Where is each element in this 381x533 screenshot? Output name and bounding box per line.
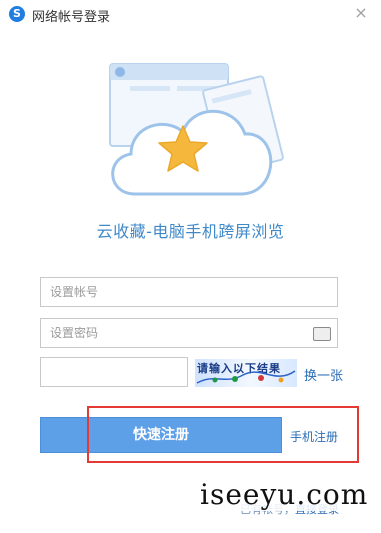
captcha-input[interactable]	[41, 358, 187, 386]
captcha-image[interactable]: 请输入以下结果	[195, 359, 297, 387]
highlight-box	[87, 406, 359, 463]
app-logo-glyph: S	[13, 7, 21, 20]
password-input[interactable]	[41, 319, 319, 347]
watermark-text: iseeyu.com	[198, 478, 371, 511]
cloud-star-illustration	[109, 63, 284, 196]
cloud-star-icon	[95, 62, 285, 212]
account-input[interactable]	[41, 278, 319, 306]
refresh-captcha-link[interactable]: 换一张	[304, 365, 343, 384]
app-logo-icon: S	[9, 6, 25, 22]
password-field-wrapper	[40, 318, 338, 348]
keyboard-icon[interactable]	[313, 327, 331, 341]
captcha-field-wrapper	[40, 357, 188, 387]
title-bar: S 网络帐号登录 ×	[0, 0, 381, 30]
slogan-text: 云收藏-电脑手机跨屏浏览	[96, 222, 285, 241]
window-title: 网络帐号登录	[32, 10, 111, 25]
account-field-wrapper	[40, 277, 338, 307]
captcha-noise	[196, 370, 296, 384]
close-button[interactable]: ×	[352, 4, 370, 22]
